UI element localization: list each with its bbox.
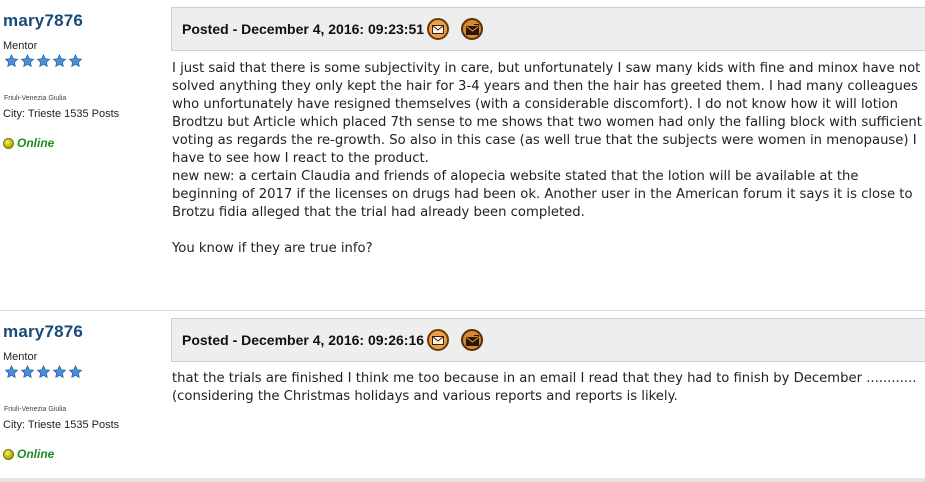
private-message-icon[interactable] [461, 329, 484, 351]
star-icon [52, 54, 67, 67]
rank-stars [4, 365, 84, 379]
author-city-posts: City: Trieste 1535 Posts [3, 108, 120, 120]
online-status-icon [3, 137, 14, 149]
author-rank: Mentor [3, 40, 38, 52]
online-status: Online [3, 136, 54, 150]
star-icon [68, 365, 83, 378]
star-icon [20, 54, 35, 67]
star-icon [36, 54, 51, 67]
online-status: Online [3, 447, 54, 461]
star-icon [52, 365, 67, 378]
page-bottom-rule [0, 478, 925, 482]
author-region: Friuli-Venezia Giulia [4, 95, 67, 102]
private-message-icon[interactable] [461, 18, 484, 40]
online-status-label: Online [17, 136, 55, 150]
online-status-label: Online [17, 447, 55, 461]
forum-post-2: mary7876 Mentor Friuli-Venezia Giulia Ci… [0, 311, 925, 478]
star-icon [68, 54, 83, 67]
post-header: Posted - December 4, 2016: 09:23:51 [171, 7, 925, 51]
online-status-icon [3, 448, 14, 460]
star-icon [36, 365, 51, 378]
author-name-link[interactable]: mary7876 [3, 11, 83, 31]
post-timestamp: Posted - December 4, 2016: 09:26:16 [182, 332, 425, 348]
rank-stars [4, 54, 84, 68]
forum-post-1: mary7876 Mentor Friuli-Venezia Giulia Ci… [0, 0, 925, 310]
post-body: I just said that there is some subjectiv… [172, 61, 922, 256]
author-city-posts: City: Trieste 1535 Posts [3, 419, 120, 431]
post-header: Posted - December 4, 2016: 09:26:16 [171, 318, 925, 362]
email-icon[interactable] [427, 329, 450, 351]
post-timestamp: Posted - December 4, 2016: 09:23:51 [182, 21, 425, 37]
post-body: that the trials are finished I think me … [172, 371, 921, 404]
star-icon [20, 365, 35, 378]
author-region: Friuli-Venezia Giulia [4, 406, 67, 413]
author-rank: Mentor [3, 351, 38, 363]
star-icon [4, 54, 19, 67]
email-icon[interactable] [427, 18, 450, 40]
star-icon [4, 365, 19, 378]
author-name-link[interactable]: mary7876 [3, 322, 83, 342]
